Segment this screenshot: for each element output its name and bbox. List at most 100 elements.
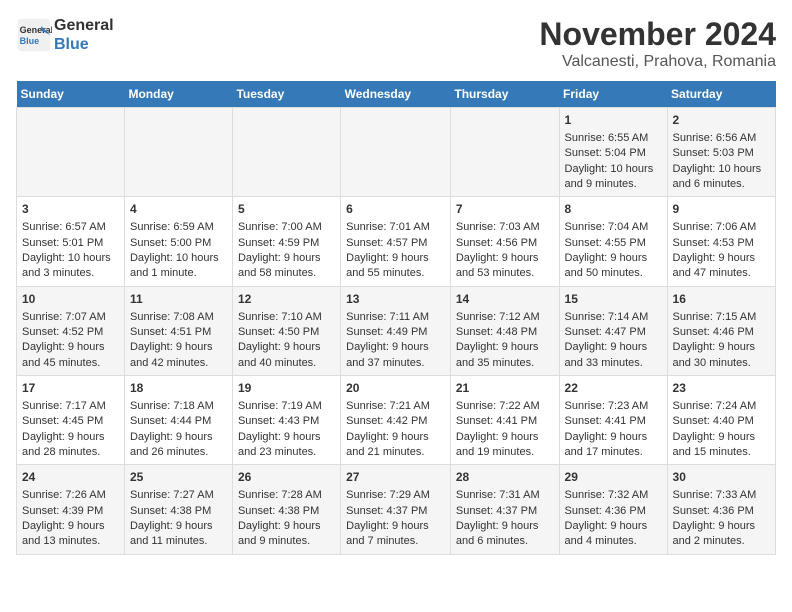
calendar-day-cell: 15Sunrise: 7:14 AMSunset: 4:47 PMDayligh… bbox=[559, 286, 667, 375]
day-info-line: Daylight: 9 hours and 4 minutes. bbox=[565, 519, 662, 550]
calendar-header-row: SundayMondayTuesdayWednesdayThursdayFrid… bbox=[17, 81, 776, 108]
logo-blue: Blue bbox=[54, 35, 114, 54]
day-number: 7 bbox=[456, 201, 554, 218]
day-info-line: Sunrise: 7:04 AM bbox=[565, 220, 662, 235]
day-info-line: Daylight: 10 hours and 6 minutes. bbox=[673, 162, 770, 193]
calendar-day-cell: 17Sunrise: 7:17 AMSunset: 4:45 PMDayligh… bbox=[17, 376, 125, 465]
day-number: 4 bbox=[130, 201, 227, 218]
logo: General Blue General Blue bbox=[16, 16, 114, 54]
day-number: 2 bbox=[673, 112, 770, 129]
day-info-line: Sunset: 4:37 PM bbox=[456, 504, 554, 519]
day-info-line: Sunset: 4:40 PM bbox=[673, 414, 770, 429]
day-info-line: Sunrise: 7:14 AM bbox=[565, 310, 662, 325]
day-info-line: Daylight: 9 hours and 33 minutes. bbox=[565, 340, 662, 371]
calendar-week-row: 17Sunrise: 7:17 AMSunset: 4:45 PMDayligh… bbox=[17, 376, 776, 465]
day-of-week-header: Sunday bbox=[17, 81, 125, 108]
day-info-line: Sunset: 5:04 PM bbox=[565, 146, 662, 161]
day-info-line: Sunset: 4:44 PM bbox=[130, 414, 227, 429]
day-of-week-header: Wednesday bbox=[341, 81, 451, 108]
day-number: 27 bbox=[346, 469, 445, 486]
calendar-day-cell: 3Sunrise: 6:57 AMSunset: 5:01 PMDaylight… bbox=[17, 197, 125, 286]
calendar-week-row: 1Sunrise: 6:55 AMSunset: 5:04 PMDaylight… bbox=[17, 108, 776, 197]
day-number: 23 bbox=[673, 380, 770, 397]
day-info-line: Sunrise: 7:00 AM bbox=[238, 220, 335, 235]
day-info-line: Daylight: 9 hours and 23 minutes. bbox=[238, 430, 335, 461]
day-info-line: Sunset: 4:59 PM bbox=[238, 236, 335, 251]
calendar-day-cell: 10Sunrise: 7:07 AMSunset: 4:52 PMDayligh… bbox=[17, 286, 125, 375]
day-info-line: Sunset: 5:00 PM bbox=[130, 236, 227, 251]
day-info-line: Daylight: 10 hours and 9 minutes. bbox=[565, 162, 662, 193]
calendar-day-cell: 12Sunrise: 7:10 AMSunset: 4:50 PMDayligh… bbox=[232, 286, 340, 375]
calendar-day-cell: 1Sunrise: 6:55 AMSunset: 5:04 PMDaylight… bbox=[559, 108, 667, 197]
day-info-line: Daylight: 9 hours and 11 minutes. bbox=[130, 519, 227, 550]
calendar-week-row: 10Sunrise: 7:07 AMSunset: 4:52 PMDayligh… bbox=[17, 286, 776, 375]
day-info-line: Sunrise: 6:55 AM bbox=[565, 131, 662, 146]
day-info-line: Daylight: 9 hours and 15 minutes. bbox=[673, 430, 770, 461]
day-number: 17 bbox=[22, 380, 119, 397]
day-number: 18 bbox=[130, 380, 227, 397]
day-number: 30 bbox=[673, 469, 770, 486]
day-number: 28 bbox=[456, 469, 554, 486]
day-info-line: Daylight: 9 hours and 17 minutes. bbox=[565, 430, 662, 461]
day-number: 29 bbox=[565, 469, 662, 486]
calendar-day-cell: 27Sunrise: 7:29 AMSunset: 4:37 PMDayligh… bbox=[341, 465, 451, 554]
day-info-line: Sunrise: 7:31 AM bbox=[456, 488, 554, 503]
day-of-week-header: Saturday bbox=[667, 81, 775, 108]
day-info-line: Sunset: 4:37 PM bbox=[346, 504, 445, 519]
day-info-line: Sunset: 4:42 PM bbox=[346, 414, 445, 429]
calendar-day-cell: 23Sunrise: 7:24 AMSunset: 4:40 PMDayligh… bbox=[667, 376, 775, 465]
calendar-day-cell: 24Sunrise: 7:26 AMSunset: 4:39 PMDayligh… bbox=[17, 465, 125, 554]
day-info-line: Daylight: 9 hours and 9 minutes. bbox=[238, 519, 335, 550]
day-info-line: Sunset: 4:36 PM bbox=[673, 504, 770, 519]
day-number: 19 bbox=[238, 380, 335, 397]
logo-icon: General Blue bbox=[16, 17, 52, 53]
svg-text:General: General bbox=[20, 25, 52, 35]
day-info-line: Sunrise: 7:18 AM bbox=[130, 399, 227, 414]
day-number: 13 bbox=[346, 291, 445, 308]
calendar-day-cell bbox=[450, 108, 559, 197]
day-info-line: Daylight: 9 hours and 30 minutes. bbox=[673, 340, 770, 371]
calendar-day-cell bbox=[124, 108, 232, 197]
day-info-line: Sunset: 4:56 PM bbox=[456, 236, 554, 251]
day-of-week-header: Tuesday bbox=[232, 81, 340, 108]
logo-general: General bbox=[54, 16, 114, 35]
day-info-line: Sunset: 4:49 PM bbox=[346, 325, 445, 340]
day-number: 26 bbox=[238, 469, 335, 486]
calendar-day-cell: 9Sunrise: 7:06 AMSunset: 4:53 PMDaylight… bbox=[667, 197, 775, 286]
day-number: 12 bbox=[238, 291, 335, 308]
day-info-line: Sunrise: 6:59 AM bbox=[130, 220, 227, 235]
day-number: 3 bbox=[22, 201, 119, 218]
day-info-line: Daylight: 9 hours and 26 minutes. bbox=[130, 430, 227, 461]
day-info-line: Sunrise: 6:57 AM bbox=[22, 220, 119, 235]
day-info-line: Sunrise: 7:22 AM bbox=[456, 399, 554, 414]
day-info-line: Sunset: 4:50 PM bbox=[238, 325, 335, 340]
month-title: November 2024 bbox=[539, 16, 776, 53]
calendar-table: SundayMondayTuesdayWednesdayThursdayFrid… bbox=[16, 81, 776, 555]
day-info-line: Sunrise: 7:23 AM bbox=[565, 399, 662, 414]
day-info-line: Sunset: 4:51 PM bbox=[130, 325, 227, 340]
day-info-line: Sunset: 4:46 PM bbox=[673, 325, 770, 340]
svg-text:Blue: Blue bbox=[20, 36, 40, 46]
day-info-line: Sunrise: 7:03 AM bbox=[456, 220, 554, 235]
day-info-line: Sunrise: 7:21 AM bbox=[346, 399, 445, 414]
day-info-line: Sunrise: 7:27 AM bbox=[130, 488, 227, 503]
day-info-line: Sunrise: 7:06 AM bbox=[673, 220, 770, 235]
day-info-line: Daylight: 9 hours and 45 minutes. bbox=[22, 340, 119, 371]
day-info-line: Daylight: 9 hours and 21 minutes. bbox=[346, 430, 445, 461]
day-info-line: Daylight: 9 hours and 58 minutes. bbox=[238, 251, 335, 282]
header: General Blue General Blue November 2024 … bbox=[16, 16, 776, 71]
day-info-line: Daylight: 10 hours and 3 minutes. bbox=[22, 251, 119, 282]
day-info-line: Sunrise: 7:28 AM bbox=[238, 488, 335, 503]
day-info-line: Daylight: 9 hours and 47 minutes. bbox=[673, 251, 770, 282]
calendar-day-cell: 28 Sunrise: 7:31 AMSunset: 4:37 PMDayligh… bbox=[450, 465, 559, 554]
day-info-line: Sunrise: 7:15 AM bbox=[673, 310, 770, 325]
day-number: 6 bbox=[346, 201, 445, 218]
day-info-line: Sunrise: 7:11 AM bbox=[346, 310, 445, 325]
calendar-day-cell: 5Sunrise: 7:00 AMSunset: 4:59 PMDaylight… bbox=[232, 197, 340, 286]
day-info-line: Sunrise: 7:32 AM bbox=[565, 488, 662, 503]
calendar-day-cell: 13Sunrise: 7:11 AMSunset: 4:49 PMDayligh… bbox=[341, 286, 451, 375]
day-info-line: Sunrise: 7:33 AM bbox=[673, 488, 770, 503]
day-info-line: Daylight: 9 hours and 2 minutes. bbox=[673, 519, 770, 550]
day-info-line: Daylight: 9 hours and 50 minutes. bbox=[565, 251, 662, 282]
day-info-line: Daylight: 9 hours and 6 minutes. bbox=[456, 519, 554, 550]
